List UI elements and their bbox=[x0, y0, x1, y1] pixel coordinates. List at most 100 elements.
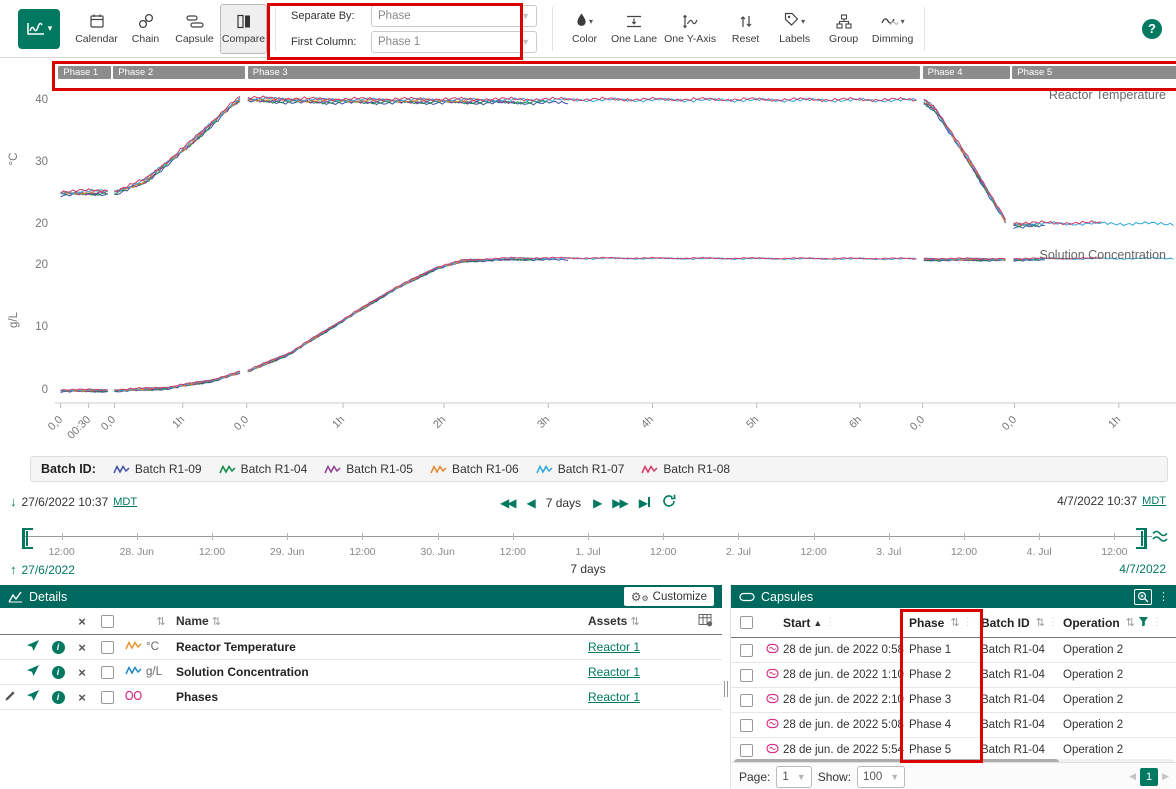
zoom-to-capsule-button[interactable] bbox=[1134, 589, 1152, 605]
row-checkbox[interactable] bbox=[740, 694, 753, 707]
customize-button[interactable]: ⚙⚙ Customize bbox=[624, 587, 714, 606]
info-icon[interactable]: i bbox=[52, 641, 65, 654]
phase-chip[interactable]: Phase 1 bbox=[58, 66, 110, 79]
end-timezone-link[interactable]: MDT bbox=[1142, 495, 1166, 507]
phase-column-header[interactable]: Phase⇅⋮ bbox=[909, 616, 973, 630]
info-icon[interactable]: i bbox=[52, 666, 65, 679]
legend-item[interactable]: Batch R1-09 bbox=[113, 462, 202, 476]
capsule-row[interactable]: 28 de jun. de 2022 5:08 Phase 4 Batch R1… bbox=[731, 713, 1176, 738]
panel-menu-icon[interactable]: ⋮ bbox=[1158, 590, 1169, 603]
remove-icon[interactable]: × bbox=[78, 690, 86, 705]
capsule-time-icon[interactable] bbox=[1152, 529, 1168, 543]
column-menu-icon[interactable]: ⋮ bbox=[963, 617, 973, 628]
row-checkbox[interactable] bbox=[740, 744, 753, 757]
send-icon[interactable] bbox=[26, 639, 40, 655]
column-menu-icon[interactable]: ⋮ bbox=[1048, 617, 1058, 628]
column-menu-icon[interactable]: ⋮ bbox=[1152, 617, 1162, 628]
calendar-button[interactable]: Calendar bbox=[73, 4, 120, 54]
details-row[interactable]: i × g/L Solution Concentration Reactor 1 bbox=[0, 660, 722, 685]
phase-chip[interactable]: Phase 5 bbox=[1012, 66, 1176, 79]
duration-button[interactable]: 7 days bbox=[546, 496, 581, 510]
compare-button[interactable]: Compare bbox=[220, 4, 267, 54]
color-button[interactable]: ▾ Color bbox=[561, 4, 608, 54]
group-label: Group bbox=[829, 33, 858, 45]
legend-item[interactable]: Batch R1-08 bbox=[641, 462, 730, 476]
next-page-icon[interactable]: ▶ bbox=[1162, 771, 1169, 782]
separate-by-select[interactable]: Phase ▼ bbox=[371, 5, 537, 27]
chevron-down-icon: ▼ bbox=[890, 772, 899, 782]
asset-link[interactable]: Reactor 1 bbox=[588, 665, 640, 679]
step-back-icon[interactable]: ◀ bbox=[526, 496, 533, 510]
worksheet-view-menu-button[interactable]: ▾ bbox=[18, 9, 60, 49]
group-button[interactable]: Group bbox=[820, 4, 867, 54]
start-timezone-link[interactable]: MDT bbox=[113, 496, 137, 508]
select-all-checkbox[interactable] bbox=[101, 615, 114, 628]
name-column-header[interactable]: Name⇅ bbox=[176, 614, 221, 628]
help-button[interactable]: ? bbox=[1142, 19, 1162, 39]
phase-chip[interactable]: Phase 2 bbox=[113, 66, 245, 79]
refresh-icon[interactable] bbox=[662, 494, 676, 511]
batch-id-column-header[interactable]: Batch ID⇅⋮ bbox=[981, 616, 1058, 630]
row-checkbox[interactable] bbox=[101, 641, 114, 654]
capsule-row[interactable]: 28 de jun. de 2022 2:10 Phase 3 Batch R1… bbox=[731, 688, 1176, 713]
investigate-range-icon[interactable]: ↑ bbox=[10, 562, 17, 577]
reset-button[interactable]: Reset bbox=[722, 4, 769, 54]
select-all-checkbox[interactable] bbox=[740, 616, 753, 629]
chain-button[interactable]: Chain bbox=[122, 4, 169, 54]
timeline-tick-label: 30. Jun bbox=[420, 546, 454, 558]
capsule-row[interactable]: 28 de jun. de 2022 0:58 Phase 1 Batch R1… bbox=[731, 638, 1176, 663]
capsule-button[interactable]: Capsule bbox=[171, 4, 218, 54]
operation-column-header[interactable]: Operation⇅⋮ bbox=[1063, 616, 1162, 630]
capsule-row[interactable]: 28 de jun. de 2022 1:10 Phase 2 Batch R1… bbox=[731, 663, 1176, 688]
column-menu-icon[interactable]: ⋮ bbox=[825, 617, 835, 628]
assets-column-header[interactable]: Assets⇅ bbox=[558, 614, 640, 628]
one-lane-button[interactable]: One Lane bbox=[610, 4, 658, 54]
filter-icon[interactable] bbox=[1138, 616, 1149, 630]
row-checkbox[interactable] bbox=[101, 691, 114, 704]
y-tick-label: 40 bbox=[14, 94, 48, 106]
color-drop-icon bbox=[576, 12, 587, 30]
details-row[interactable]: i × °C Reactor Temperature Reactor 1 bbox=[0, 635, 722, 660]
phase-chip[interactable]: Phase 4 bbox=[923, 66, 1010, 79]
step-forward-full-icon[interactable]: ▶▶ bbox=[612, 496, 626, 510]
show-select[interactable]: 100▼ bbox=[857, 766, 905, 788]
asset-link[interactable]: Reactor 1 bbox=[588, 690, 640, 704]
row-checkbox[interactable] bbox=[740, 644, 753, 657]
send-icon[interactable] bbox=[26, 689, 40, 705]
info-icon[interactable]: i bbox=[52, 691, 65, 704]
edit-pencil-icon[interactable] bbox=[4, 690, 16, 705]
panel-splitter-grip[interactable] bbox=[722, 676, 729, 702]
remove-icon[interactable]: × bbox=[78, 640, 86, 655]
row-checkbox[interactable] bbox=[740, 719, 753, 732]
details-row[interactable]: i × Phases Reactor 1 bbox=[0, 685, 722, 710]
page-select[interactable]: 1▼ bbox=[776, 766, 811, 788]
series-line bbox=[248, 257, 917, 371]
phase-chip[interactable]: Phase 3 bbox=[248, 66, 920, 79]
row-checkbox[interactable] bbox=[101, 666, 114, 679]
reset-label: Reset bbox=[732, 33, 759, 45]
trend-chart[interactable] bbox=[55, 86, 1176, 412]
step-forward-icon[interactable]: ▶ bbox=[593, 496, 600, 510]
legend-item[interactable]: Batch R1-04 bbox=[219, 462, 308, 476]
investigate-start-icon[interactable]: ↓ bbox=[10, 494, 17, 509]
one-y-axis-button[interactable]: One Y-Axis bbox=[660, 4, 720, 54]
legend-item[interactable]: Batch R1-07 bbox=[536, 462, 625, 476]
table-settings-icon[interactable] bbox=[698, 613, 713, 630]
legend-item[interactable]: Batch R1-06 bbox=[430, 462, 519, 476]
step-back-full-icon[interactable]: ◀◀ bbox=[500, 496, 514, 510]
start-column-header[interactable]: Start▲⋮ bbox=[783, 616, 835, 630]
current-page-button[interactable]: 1 bbox=[1140, 768, 1158, 786]
labels-button[interactable]: ▾ Labels bbox=[771, 4, 818, 54]
step-to-end-icon[interactable]: ▶ bbox=[639, 496, 650, 510]
remove-icon[interactable]: × bbox=[78, 665, 86, 680]
legend-item[interactable]: Batch R1-05 bbox=[324, 462, 413, 476]
dimming-button[interactable]: ▾ Dimming bbox=[869, 4, 916, 54]
send-icon[interactable] bbox=[26, 664, 40, 680]
asset-link[interactable]: Reactor 1 bbox=[588, 640, 640, 654]
prev-page-icon[interactable]: ◀ bbox=[1129, 771, 1136, 782]
y-tick-label: 20 bbox=[14, 218, 48, 230]
row-checkbox[interactable] bbox=[740, 669, 753, 682]
sort-icon[interactable]: ⇅ bbox=[156, 615, 165, 628]
first-column-select[interactable]: Phase 1 ▼ bbox=[371, 31, 537, 53]
remove-all-icon[interactable]: × bbox=[78, 614, 86, 629]
